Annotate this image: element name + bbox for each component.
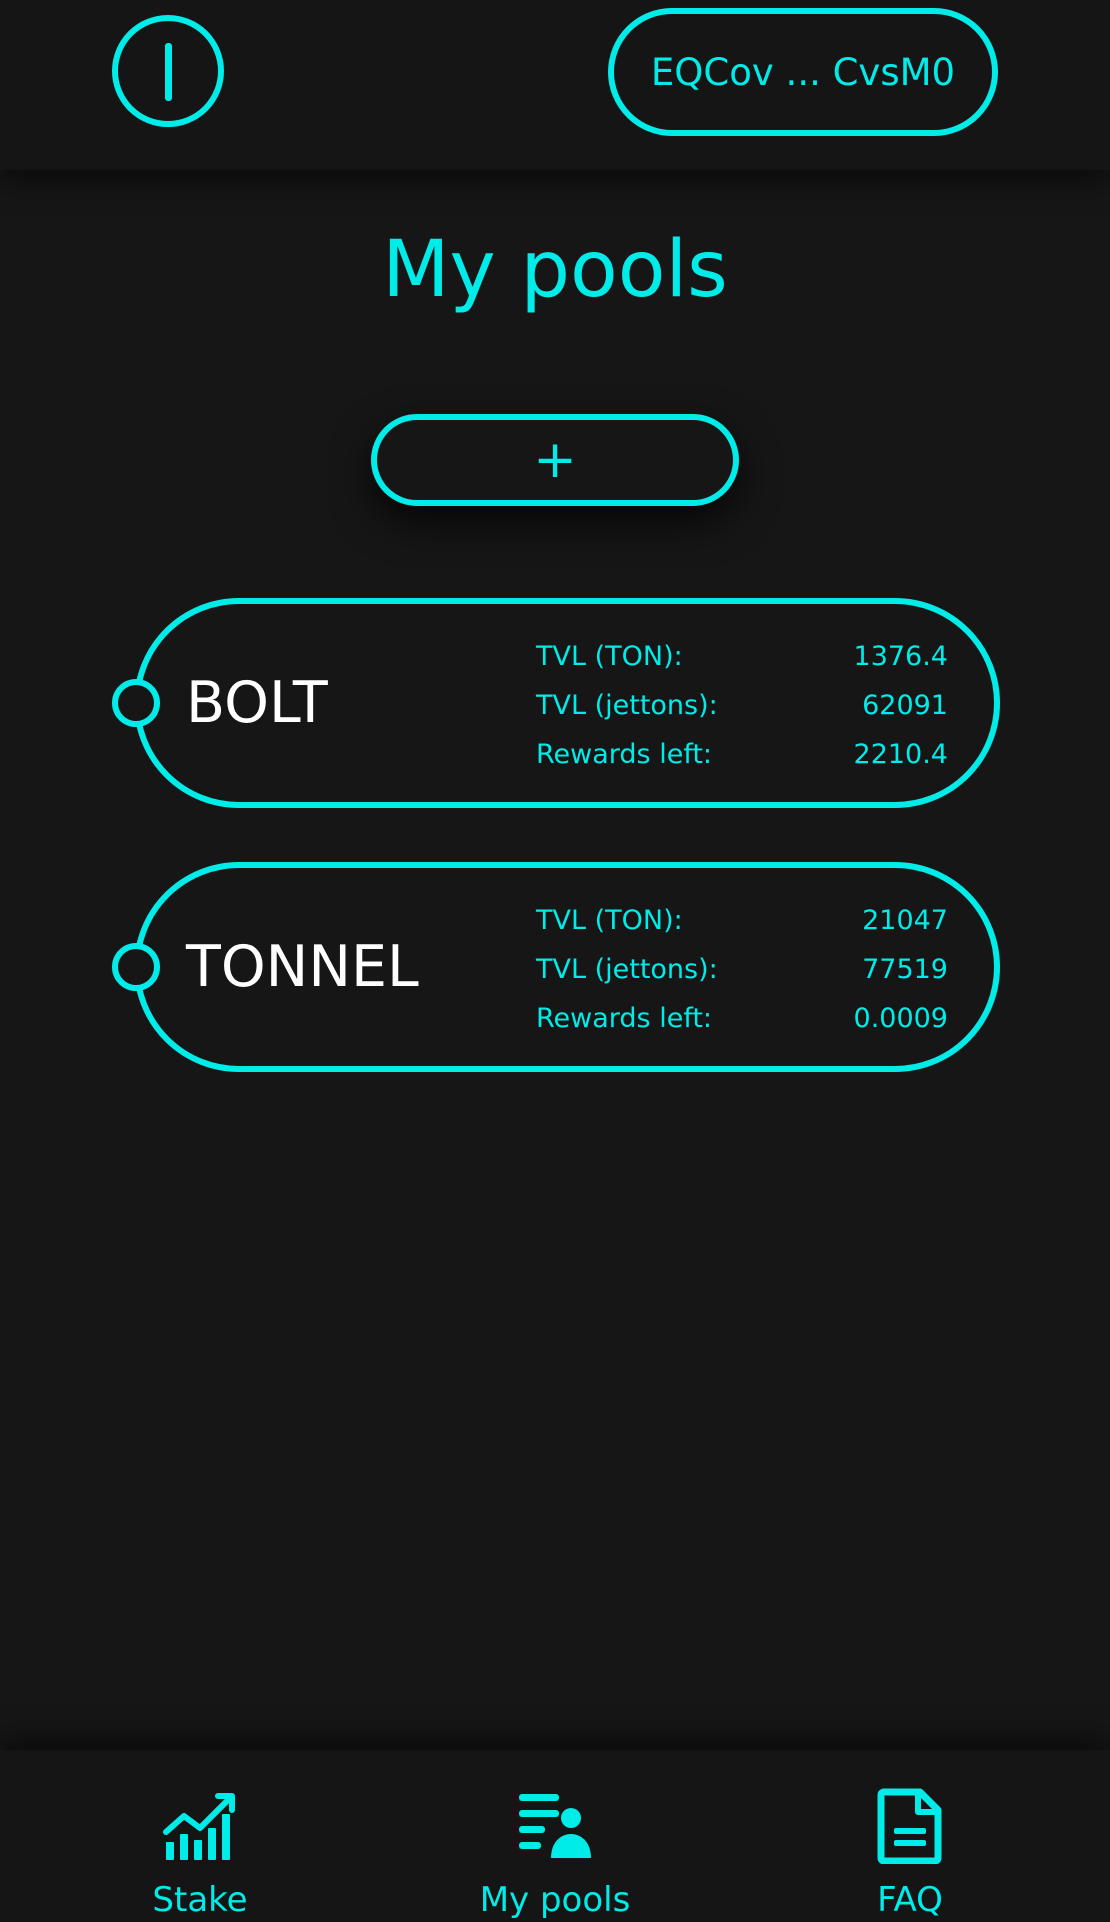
stat-label: Rewards left: (536, 739, 713, 770)
stat-value: 1376.4 (853, 641, 948, 672)
nav-label: FAQ (877, 1880, 943, 1920)
document-icon (877, 1788, 942, 1864)
wallet-address-button[interactable]: EQCov ... CvsM0 (608, 8, 998, 136)
stat-row-tvl-jettons: TVL (jettons): 77519 (536, 945, 948, 994)
stat-row-tvl-ton: TVL (TON): 21047 (536, 896, 948, 945)
pool-stats: TVL (TON): 21047 TVL (jettons): 77519 Re… (536, 896, 948, 1043)
top-bar: EQCov ... CvsM0 (0, 0, 1110, 170)
power-icon (164, 43, 172, 101)
pool-card-tonnel[interactable]: TONNEL TVL (TON): 21047 TVL (jettons): 7… (112, 862, 1000, 1072)
user-list-icon (519, 1794, 591, 1858)
stat-value: 2210.4 (853, 739, 948, 770)
nav-item-stake[interactable]: Stake (50, 1750, 350, 1920)
stat-row-rewards-left: Rewards left: 0.0009 (536, 994, 948, 1043)
stat-value: 62091 (862, 690, 948, 721)
nav-item-faq[interactable]: FAQ (760, 1750, 1060, 1920)
stat-value: 77519 (862, 954, 948, 985)
stat-row-rewards-left: Rewards left: 2210.4 (536, 730, 948, 779)
stat-label: TVL (jettons): (536, 954, 718, 985)
pool-select-radio[interactable] (112, 679, 160, 727)
bottom-nav: Stake My pools FAQ (0, 1750, 1110, 1920)
stat-value: 0.0009 (853, 1003, 948, 1034)
stat-row-tvl-jettons: TVL (jettons): 62091 (536, 681, 948, 730)
pool-select-radio[interactable] (112, 943, 160, 991)
nav-label: Stake (152, 1880, 248, 1920)
pool-name: TONNEL (186, 934, 419, 1000)
pool-card-bolt[interactable]: BOLT TVL (TON): 1376.4 TVL (jettons): 62… (112, 598, 1000, 808)
nav-item-my-pools[interactable]: My pools (405, 1750, 705, 1920)
stat-label: TVL (TON): (536, 641, 683, 672)
power-button[interactable] (112, 15, 224, 127)
stat-label: TVL (TON): (536, 905, 683, 936)
chart-icon (163, 1793, 235, 1860)
page-title: My pools (382, 225, 728, 315)
stat-row-tvl-ton: TVL (TON): 1376.4 (536, 632, 948, 681)
nav-label: My pools (479, 1880, 631, 1920)
stat-label: TVL (jettons): (536, 690, 718, 721)
pool-stats: TVL (TON): 1376.4 TVL (jettons): 62091 R… (536, 632, 948, 779)
add-pool-button[interactable]: + (371, 414, 739, 506)
stat-value: 21047 (862, 905, 948, 936)
pool-name: BOLT (186, 670, 328, 736)
stat-label: Rewards left: (536, 1003, 713, 1034)
